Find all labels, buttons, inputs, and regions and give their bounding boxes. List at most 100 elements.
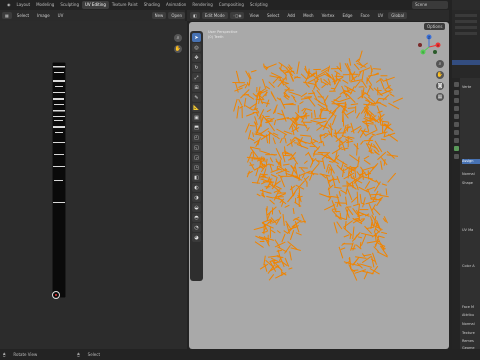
mode-selector[interactable]: Edit Mode — [201, 12, 228, 19]
status-mouse-icon: 🖱 — [3, 352, 6, 357]
status-left: Rotate View — [13, 352, 38, 357]
property-row[interactable]: UV Ma — [462, 228, 480, 233]
uv-zoom-icon[interactable]: ⌕ — [174, 34, 182, 42]
grid-icon[interactable]: ▦ — [436, 93, 444, 101]
uv-editor-header: ▦ Select Image UV New Open — [0, 10, 185, 21]
menu-face[interactable]: Face — [358, 12, 373, 19]
status-mouse-icon-2: 🖱 — [77, 352, 80, 357]
viewport-editor-type-button[interactable]: ◧ — [190, 12, 200, 19]
editor-type-button[interactable]: ▦ — [2, 12, 12, 19]
inset-tool-icon[interactable]: ◰ — [192, 133, 201, 142]
smooth-tool-icon[interactable]: ◑ — [192, 193, 201, 202]
render-tab-icon[interactable] — [453, 90, 459, 95]
scale-tool-icon[interactable]: ⤢ — [192, 73, 201, 82]
workspace-tab[interactable]: Layout — [14, 1, 34, 9]
uv-texture-strip — [52, 62, 66, 298]
select-mode-buttons[interactable]: ◦◻◈ — [229, 12, 245, 19]
modifier-tab-icon[interactable] — [453, 138, 459, 143]
transform-tool-icon[interactable]: ⊞ — [192, 83, 201, 92]
menu-select-3d[interactable]: Select — [264, 12, 282, 19]
output-tab-icon[interactable] — [453, 98, 459, 103]
rip-tool-icon[interactable]: ◕ — [192, 233, 201, 242]
menu-select[interactable]: Select — [14, 12, 32, 19]
uv-pan-hand-icon[interactable]: ✋ — [174, 45, 182, 53]
outliner-row[interactable] — [455, 14, 477, 17]
world-tab-icon[interactable] — [453, 122, 459, 127]
workspace-bar: ◉ Layout Modeling Sculpting UV Editing Textur… — [0, 0, 480, 10]
menu-add[interactable]: Add — [284, 12, 298, 19]
menu-edge[interactable]: Edge — [339, 12, 355, 19]
uv-editor-canvas[interactable] — [0, 21, 187, 349]
navigation-gizmo[interactable]: X Z Y — [414, 32, 444, 62]
workspace-tab[interactable]: Animation — [163, 1, 189, 9]
material-tab-icon[interactable] — [453, 154, 459, 159]
gizmo-x-label: X — [437, 43, 439, 47]
menu-vertex[interactable]: Vertex — [319, 12, 338, 19]
orientation-selector[interactable]: Global — [388, 12, 408, 19]
scene-selector[interactable]: Scene — [412, 1, 448, 9]
scene-tab-icon[interactable] — [453, 114, 459, 119]
property-row[interactable]: Attribu — [462, 313, 480, 318]
viewport-info: User Perspective (0) Teeth — [208, 30, 237, 40]
spin-tool-icon[interactable]: ◐ — [192, 183, 201, 192]
property-row[interactable]: Normal — [462, 322, 480, 327]
menu-image[interactable]: Image — [34, 12, 53, 19]
property-row[interactable]: Remes — [462, 339, 480, 344]
3d-viewport[interactable] — [189, 22, 449, 349]
shear-tool-icon[interactable]: ◔ — [192, 223, 201, 232]
measure-tool-icon[interactable]: 📐 — [192, 103, 201, 112]
outliner-row[interactable] — [455, 26, 477, 29]
workspace-tab[interactable]: Texture Paint — [109, 1, 141, 9]
workspace-tab[interactable]: Shading — [141, 1, 163, 9]
property-row[interactable]: Assign — [462, 159, 480, 164]
tool-tab-icon[interactable] — [453, 82, 459, 87]
zoom-icon[interactable]: ⌕ — [436, 60, 444, 68]
menu-view[interactable]: View — [246, 12, 262, 19]
new-image-button[interactable]: New — [151, 12, 167, 19]
loop-cut-tool-icon[interactable]: ◲ — [192, 153, 201, 162]
uv-cursor-icon[interactable] — [52, 291, 60, 299]
menu-uv[interactable]: UV — [55, 12, 67, 19]
poly-build-tool-icon[interactable]: ◧ — [192, 173, 201, 182]
property-row[interactable]: Color A — [462, 264, 480, 269]
shrink-tool-icon[interactable]: ◓ — [192, 213, 201, 222]
select-box-tool-icon[interactable]: ➤ — [192, 33, 201, 42]
workspace-tab[interactable]: Rendering — [189, 1, 215, 9]
pan-hand-icon[interactable]: ✋ — [436, 71, 444, 79]
property-row[interactable]: Normal — [462, 172, 480, 177]
move-tool-icon[interactable]: ✥ — [192, 53, 201, 62]
bevel-tool-icon[interactable]: ◱ — [192, 143, 201, 152]
property-row[interactable]: Face M — [462, 305, 480, 310]
mesh-data-tab-icon[interactable] — [453, 146, 459, 151]
menu-uv-3d[interactable]: UV — [375, 12, 387, 19]
annotate-tool-icon[interactable]: ✎ — [192, 93, 201, 102]
open-image-button[interactable]: Open — [168, 12, 185, 19]
cursor-tool-icon[interactable]: ◎ — [192, 43, 201, 52]
blender-logo-icon[interactable]: ◉ — [4, 1, 14, 9]
view-layer-tab-icon[interactable] — [453, 106, 459, 111]
outliner-row[interactable] — [455, 20, 477, 23]
workspace-tab[interactable]: Sculpting — [57, 1, 82, 9]
knife-tool-icon[interactable]: ◳ — [192, 163, 201, 172]
extrude-tool-icon[interactable]: ⬒ — [192, 123, 201, 132]
workspace-tab[interactable]: Modeling — [33, 1, 57, 9]
property-row[interactable]: Shape — [462, 181, 480, 186]
rotate-tool-icon[interactable]: ↻ — [192, 63, 201, 72]
tool-shelf: ➤ ◎ ✥ ↻ ⤢ ⊞ ✎ 📐 ▣ ⬒ ◰ ◱ ◲ ◳ ◧ ◐ ◑ ◒ ◓ ◔ … — [190, 31, 203, 281]
menu-mesh[interactable]: Mesh — [300, 12, 317, 19]
gizmo-z-label: Z — [428, 35, 430, 39]
workspace-tab[interactable]: Scripting — [247, 1, 271, 9]
options-button[interactable]: Options — [424, 23, 446, 30]
add-cube-tool-icon[interactable]: ▣ — [192, 113, 201, 122]
workspace-tab[interactable]: UV Editing — [82, 1, 109, 9]
outliner-row-selected[interactable] — [452, 60, 480, 65]
object-name: (0) Teeth — [208, 35, 224, 39]
outliner-row[interactable] — [455, 32, 477, 35]
tooth-mesh — [232, 50, 404, 281]
workspace-tab[interactable]: Compositing — [216, 1, 247, 9]
edge-slide-tool-icon[interactable]: ◒ — [192, 203, 201, 212]
object-tab-icon[interactable] — [453, 130, 459, 135]
camera-icon[interactable]: ◙ — [436, 82, 444, 90]
property-row[interactable]: Verte — [462, 85, 480, 90]
property-row[interactable]: Texture — [462, 331, 480, 336]
